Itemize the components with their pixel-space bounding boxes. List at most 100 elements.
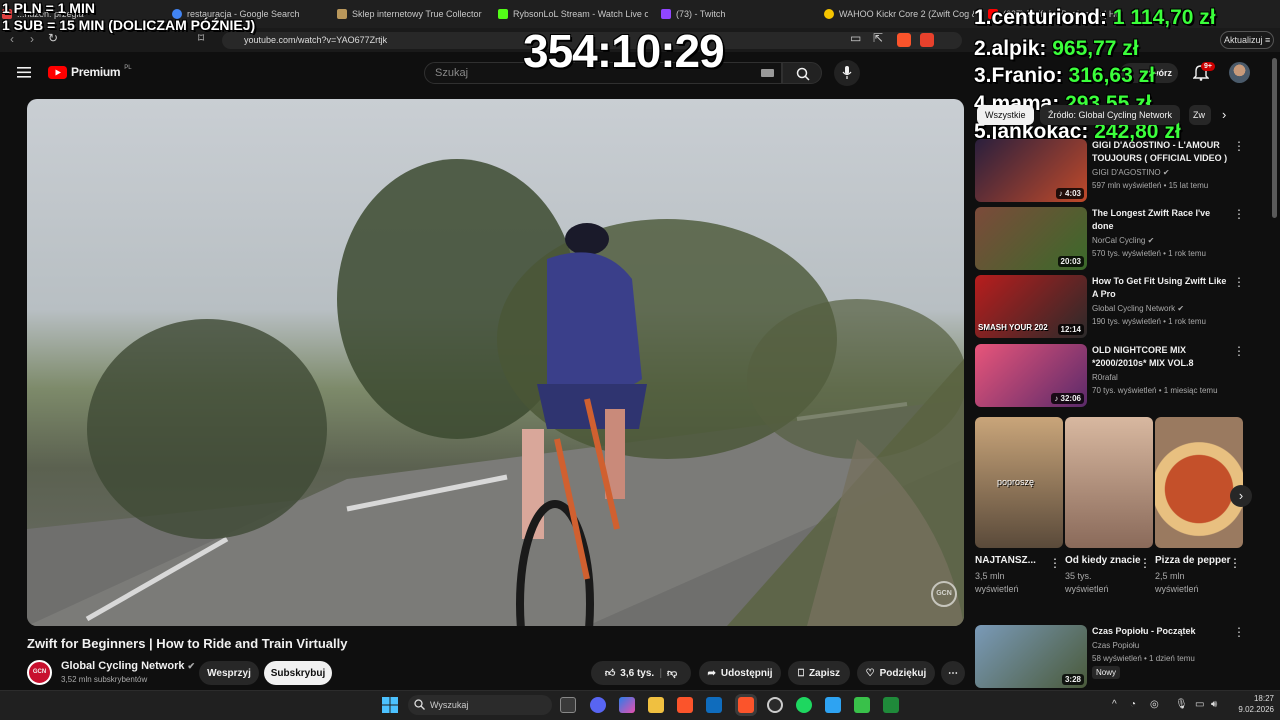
youtube-logo[interactable]: Premium PL [48,65,132,79]
recommendation-item[interactable]: ♪ 32:06 OLD NIGHTCORE MIX *2000/2010s* M… [975,344,1265,407]
chevron-up-icon[interactable]: ^ [1112,699,1117,710]
duration-badge: ♪ 32:06 [1051,393,1084,404]
chip-all[interactable]: Wszystkie [977,105,1034,125]
recommendation-item[interactable]: 3:28 Czas Popiołu - Początek Czas Popioł… [975,625,1265,688]
short-title[interactable]: Pizza de pepperoni ... [1155,555,1231,566]
short-item[interactable]: Od kiedy znacie ... 35 tys.wyświetleń ⋮ [1065,417,1153,596]
short-thumbnail[interactable]: poproszę [975,417,1063,548]
thumbs-down-icon[interactable]: 👎︎ [667,667,677,679]
short-title[interactable]: Od kiedy znacie ... [1065,555,1141,566]
chip-more[interactable]: Zw [1189,105,1211,125]
more-vert-icon[interactable]: ⋮ [1233,275,1245,289]
notepad-icon[interactable] [825,697,841,713]
browser-tab-3[interactable]: Sklep internetowy True Collector [337,4,487,24]
subscribe-button[interactable]: Subskrybuj [264,661,332,685]
taskbar-search[interactable]: Wyszukaj [408,695,552,715]
recommendation-channel[interactable]: NorCal Cycling ✔ [1092,236,1154,245]
back-icon[interactable]: ‹ [10,32,14,46]
page-scrollbar[interactable] [1272,58,1277,218]
thumbs-up-icon: 👍︎ [604,668,616,679]
short-title[interactable]: NAJTAŃSZ... [975,555,1051,566]
video-thumbnail[interactable]: 3:28 [975,625,1087,688]
update-browser-button[interactable]: Aktualizuj ≡ [1220,31,1274,49]
chip-source-channel[interactable]: Źródło: Global Cycling Network [1040,105,1181,125]
more-actions-button[interactable]: ⋯ [941,661,965,685]
brave-active-icon[interactable] [738,697,754,713]
more-vert-icon[interactable]: ⋮ [1139,556,1151,570]
recommendation-item[interactable]: SMASH YOUR 202 12:14 How To Get Fit Usin… [975,275,1265,338]
browser-tab-4[interactable]: RybsonLoL Stream - Watch Live on K [498,4,648,24]
bookmark-icon[interactable]: ⌑ [198,31,204,45]
display-icon[interactable]: ▭ [1195,699,1204,710]
app-icon[interactable] [854,697,870,713]
keyboard-icon[interactable] [761,69,774,77]
recommendation-channel[interactable]: GIGI D'AGOSTINO ✔ [1092,168,1170,177]
recommendation-item[interactable]: ♪ 4:03 GIGI D'AGOSTINO - L'AMOUR TOUJOUR… [975,139,1265,202]
recommendation-channel[interactable]: Czas Popiołu [1092,641,1139,650]
store-icon[interactable] [706,697,722,713]
tab-favicon [498,9,508,19]
spotify-icon[interactable] [796,697,812,713]
recommendation-title[interactable]: How To Get Fit Using Zwift Like A Pro [1092,275,1228,301]
brave-icon[interactable] [677,697,693,713]
volume-icon[interactable]: 🔊︎ [1211,699,1217,710]
channel-avatar[interactable]: GCN [27,660,52,685]
video-thumbnail[interactable]: ♪ 4:03 [975,139,1087,202]
reload-icon[interactable]: ↻ [48,31,58,45]
like-button[interactable]: 👍︎ 3,6 tys. [604,667,654,680]
copilot-icon[interactable] [619,697,635,713]
obs-icon[interactable] [767,697,783,713]
recommendation-title[interactable]: OLD NIGHTCORE MIX *2000/2010s* MIX VOL.8 [1092,344,1228,370]
short-item[interactable]: Pizza de pepperoni ... 2,5 mlnwyświetleń… [1155,417,1243,596]
subathon-timer: 354:10:29 [523,25,725,77]
video-thumbnail[interactable]: ♪ 32:06 [975,344,1087,407]
hamburger-menu-icon[interactable] [17,67,31,78]
channel-name[interactable]: Global Cycling Network ✔ [61,660,195,672]
video-thumbnail[interactable]: SMASH YOUR 202 12:14 [975,275,1087,338]
windows-start-icon[interactable] [382,697,398,713]
recommendation-item[interactable]: 20:03 The Longest Zwift Race I've done N… [975,207,1265,270]
more-vert-icon[interactable]: ⋮ [1049,556,1061,570]
recommendation-title[interactable]: Czas Popiołu - Początek [1092,625,1228,638]
recommendation-title[interactable]: GIGI D'AGOSTINO - L'AMOUR TOUJOURS ( OFF… [1092,139,1228,165]
short-item[interactable]: poproszę NAJTAŃSZ... 3,5 mln wyświetleń ⋮ [975,417,1063,596]
thanks-button[interactable]: ♡ Podziękuj [857,661,935,685]
recommendation-channel[interactable]: R0rafal [1092,373,1118,382]
more-vert-icon[interactable]: ⋮ [1229,556,1241,570]
shorts-next-button[interactable]: › [1230,485,1252,507]
browser-tab-5[interactable]: (73) - Twitch [661,4,801,24]
excel-icon[interactable] [883,697,899,713]
taskbar-clock[interactable]: 18:27 9.02.2026 [1232,693,1274,715]
join-button[interactable]: Wesprzyj [199,661,259,685]
task-view-icon[interactable] [560,697,576,713]
recommendation-title[interactable]: The Longest Zwift Race I've done [1092,207,1228,233]
file-explorer-icon[interactable] [648,697,664,713]
video-player[interactable]: GCN [27,99,964,626]
more-vert-icon[interactable]: ⋮ [1233,139,1245,153]
discord-icon[interactable] [590,697,606,713]
share-page-icon[interactable]: ⇱ [873,31,883,45]
verified-icon: ✔ [1147,236,1155,245]
forward-icon[interactable]: › [30,32,34,46]
browser-tab-6[interactable]: WAHOO Kickr Core 2 (Zwift Cog & C [824,4,974,24]
short-thumbnail[interactable] [1065,417,1153,548]
search-button[interactable] [782,62,822,84]
security-icon[interactable]: ◎ [1150,699,1159,710]
brave-rewards-icon[interactable] [920,33,934,47]
chevron-right-icon[interactable]: › [1222,107,1226,122]
cast-icon[interactable]: ▭ [850,31,861,45]
more-vert-icon[interactable]: ⋮ [1233,344,1245,358]
avatar[interactable] [1229,62,1250,83]
more-vert-icon[interactable]: ⋮ [1233,207,1245,221]
share-button[interactable]: ➦ Udostępnij [699,661,781,685]
recommendation-channel[interactable]: Global Cycling Network ✔ [1092,304,1184,313]
network-icon[interactable]: ◔ [1130,699,1136,710]
save-button[interactable]: ⎕ Zapisz [788,661,850,685]
brave-shield-icon[interactable] [897,33,911,47]
voice-search-button[interactable] [834,60,860,86]
channel-watermark[interactable]: GCN [931,581,957,607]
video-thumbnail[interactable]: 20:03 [975,207,1087,270]
short-thumbnail[interactable] [1155,417,1243,548]
microphone-icon[interactable]: 🎙︎ [1175,699,1188,710]
more-vert-icon[interactable]: ⋮ [1233,625,1245,639]
